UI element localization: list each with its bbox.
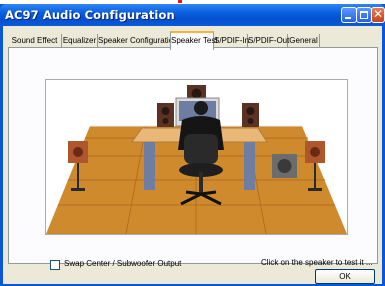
speaker-scene: [45, 79, 348, 235]
tab-general[interactable]: General: [288, 34, 320, 47]
maximize-button[interactable]: [356, 7, 372, 23]
maximize-icon: [360, 11, 368, 19]
tab-spdif-out[interactable]: S/PDIF-Out: [248, 34, 289, 47]
dialog-window: AC97 Audio Configuration ✕ Sound Effect …: [0, 4, 385, 286]
swap-center-subwoofer-checkbox[interactable]: [50, 260, 60, 270]
tab-equalizer[interactable]: Equalizer: [62, 34, 98, 47]
top-red-mark: [178, 0, 182, 3]
tab-speaker-configuration[interactable]: Speaker Configuration: [98, 34, 178, 47]
tab-speaker-test[interactable]: Speaker Test: [170, 31, 218, 50]
room-illustration: [46, 85, 347, 234]
window-title: AC97 Audio Configuration: [5, 8, 175, 22]
close-button[interactable]: ✕: [371, 7, 385, 23]
tab-sound-effect[interactable]: Sound Effect: [8, 34, 62, 47]
minimize-icon: [345, 17, 351, 19]
title-bar[interactable]: AC97 Audio Configuration ✕: [0, 4, 385, 26]
ok-button[interactable]: OK: [315, 269, 375, 284]
minimize-button[interactable]: [341, 7, 357, 23]
tab-spdif-in[interactable]: S/PDIF-In: [214, 34, 249, 47]
swap-center-subwoofer-label: Swap Center / Subwoofer Output: [64, 259, 182, 268]
speaker-test-hint: Click on the speaker to test it ...: [261, 258, 373, 267]
speaker-front-left[interactable]: [157, 103, 174, 127]
close-icon: ✕: [372, 7, 384, 21]
speaker-subwoofer[interactable]: [272, 154, 297, 178]
speaker-front-right[interactable]: [242, 103, 259, 127]
dialog-client-area: Sound Effect Equalizer Speaker Configura…: [3, 26, 382, 284]
speaker-test-panel: Swap Center / Subwoofer Output Click on …: [8, 47, 378, 270]
